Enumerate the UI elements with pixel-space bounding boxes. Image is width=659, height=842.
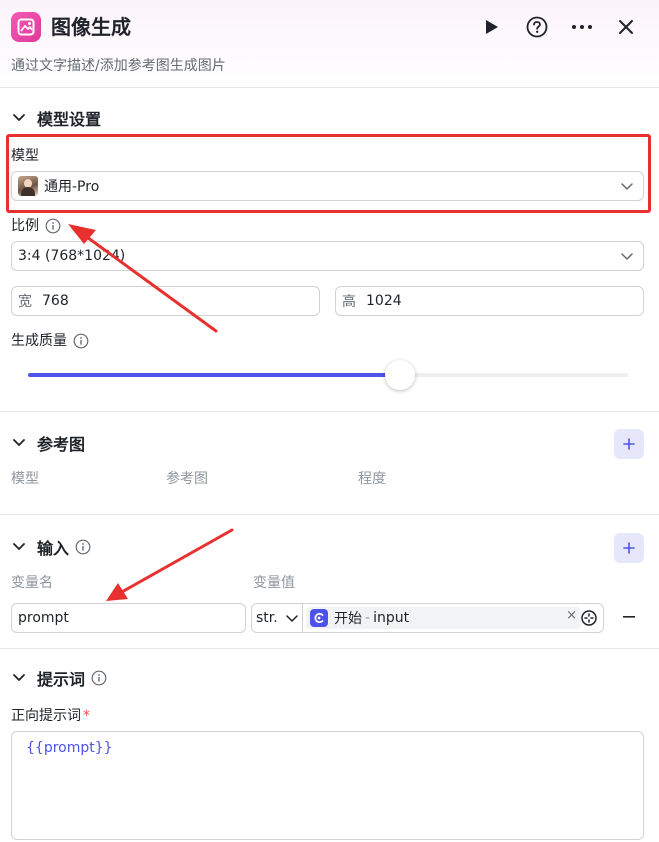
positive-prompt-label-text: 正向提示词: [11, 708, 81, 724]
annotation-arrow-down: [118, 528, 234, 595]
reference-col-model: 模型: [11, 471, 39, 487]
section-title: 输入: [37, 539, 70, 558]
node-description: 通过文字描述/添加参考图生成图片: [11, 58, 226, 74]
model-select[interactable]: 通用-Pro: [11, 171, 644, 201]
reference-node-name: 开始: [334, 611, 362, 627]
remove-input-button[interactable]: [619, 607, 639, 627]
reference-col-image: 参考图: [166, 471, 208, 487]
positive-prompt-textarea[interactable]: {{prompt}}: [11, 731, 644, 840]
section-prompt-header[interactable]: 提示词: [11, 666, 107, 690]
variable-picker-icon[interactable]: [580, 609, 598, 631]
close-button[interactable]: [613, 14, 639, 40]
quality-slider-thumb[interactable]: [385, 360, 415, 390]
clear-reference-icon[interactable]: ×: [566, 608, 577, 623]
chevron-down-icon: [621, 179, 633, 197]
chevron-down-icon: [11, 539, 27, 555]
info-icon[interactable]: [91, 670, 107, 686]
section-model-settings-header[interactable]: 模型设置: [11, 106, 101, 130]
node-header: 图像生成 通过文字描述/添加参考图生成图片: [0, 0, 659, 88]
plus-icon: [623, 542, 635, 554]
reference-col-degree: 程度: [358, 471, 386, 487]
reference-separator: -: [365, 610, 371, 626]
divider: [0, 514, 659, 515]
variable-value-reference[interactable]: 开始 - input ×: [302, 603, 604, 633]
height-prefix: 高: [342, 294, 356, 310]
more-icon: [572, 25, 592, 29]
info-icon[interactable]: [75, 539, 91, 555]
add-reference-button[interactable]: [614, 429, 644, 459]
variable-name-value: prompt: [18, 610, 69, 626]
image-generation-icon: [11, 12, 41, 42]
add-input-button[interactable]: [614, 533, 644, 563]
quality-slider[interactable]: [28, 360, 628, 390]
width-prefix: 宽: [18, 294, 32, 310]
more-button[interactable]: [569, 14, 595, 40]
annotation-arrowhead-down: [106, 583, 128, 601]
model-label: 模型: [11, 148, 39, 164]
chevron-down-icon: [11, 110, 27, 126]
width-value: 768: [42, 293, 69, 309]
input-col-value: 变量值: [253, 575, 295, 591]
chevron-down-icon: [286, 611, 298, 629]
model-avatar: [18, 176, 38, 196]
info-icon[interactable]: [73, 333, 89, 349]
info-icon[interactable]: [45, 218, 61, 234]
chevron-down-icon: [11, 670, 27, 686]
minus-icon: [623, 616, 635, 618]
section-reference-header[interactable]: 参考图: [11, 431, 85, 455]
play-icon: [486, 20, 498, 34]
model-value: 通用-Pro: [44, 179, 100, 195]
ratio-label: 比例: [11, 216, 61, 236]
divider: [0, 648, 659, 649]
chevron-down-icon: [621, 249, 633, 267]
quality-label: 生成质量: [11, 331, 89, 351]
divider: [0, 411, 659, 412]
height-input[interactable]: 高 1024: [335, 286, 644, 316]
height-value: 1024: [366, 293, 402, 309]
help-button[interactable]: [524, 14, 550, 40]
start-node-icon: [310, 609, 328, 627]
section-title: 提示词: [37, 670, 86, 689]
page-title: 图像生成: [51, 15, 131, 39]
close-icon: [619, 20, 633, 34]
width-input[interactable]: 宽 768: [11, 286, 320, 316]
variable-type-value: str.: [256, 610, 278, 626]
positive-prompt-value: {{prompt}}: [26, 740, 113, 756]
reference-variable-name: input: [373, 610, 410, 626]
chevron-down-icon: [11, 435, 27, 451]
variable-type-select[interactable]: str.: [251, 603, 303, 633]
ratio-label-text: 比例: [11, 218, 39, 234]
ratio-value: 3:4 (768*1024): [18, 248, 126, 264]
input-col-name: 变量名: [11, 575, 53, 591]
quality-label-text: 生成质量: [11, 333, 67, 349]
section-title: 参考图: [37, 435, 86, 454]
quality-slider-fill: [28, 373, 400, 377]
help-icon: [526, 16, 548, 38]
positive-prompt-label: 正向提示词 *: [11, 706, 90, 726]
run-button[interactable]: [479, 14, 505, 40]
variable-reference-tag[interactable]: 开始 - input ×: [306, 607, 581, 629]
plus-icon: [623, 438, 635, 450]
section-input-header[interactable]: 输入: [11, 535, 91, 559]
section-title: 模型设置: [37, 110, 102, 129]
variable-name-input[interactable]: prompt: [11, 603, 246, 633]
required-mark: *: [83, 708, 90, 724]
ratio-select[interactable]: 3:4 (768*1024): [11, 241, 644, 271]
